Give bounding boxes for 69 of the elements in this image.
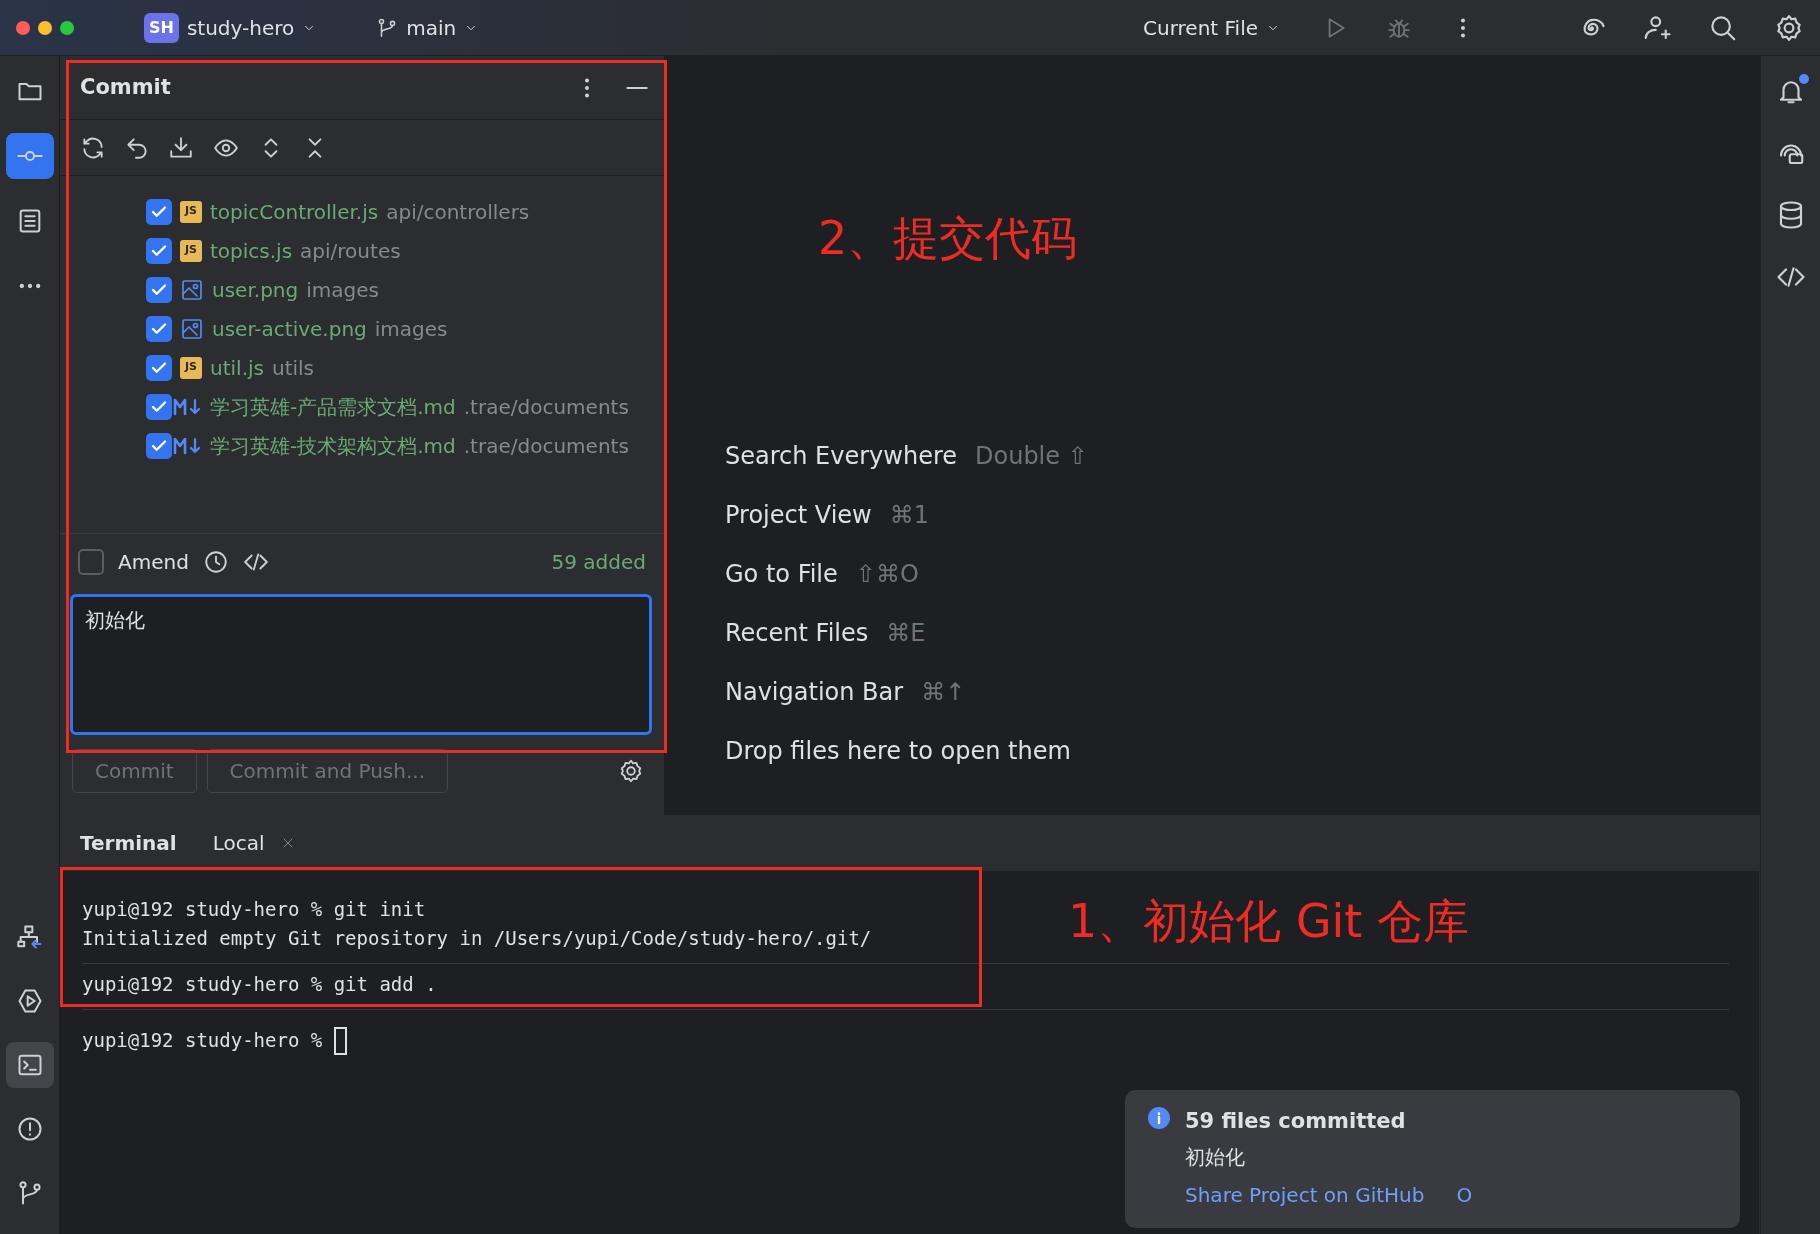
file-name: topics.js [210, 237, 293, 265]
image-file-icon [180, 316, 204, 341]
project-badge: SH [144, 12, 179, 43]
file-path: utils [271, 354, 315, 382]
action-label: Recent Files [725, 617, 869, 649]
file-name: 学习英雄-产品需求文档.md [210, 393, 456, 421]
file-name: user.png [212, 276, 299, 304]
checkbox[interactable] [146, 276, 172, 303]
checkbox[interactable] [146, 354, 172, 381]
terminal-tab[interactable]: Local [212, 828, 295, 858]
shortcut-label: ⌘↑ [921, 676, 966, 708]
notification-message: 初始化 [1185, 1143, 1246, 1171]
shortcut-label: ⌘1 [889, 499, 929, 531]
terminal-prompt: yupi@192 study-hero % [82, 1028, 323, 1053]
close-icon[interactable] [280, 836, 295, 850]
notification-link[interactable]: O [1456, 1179, 1473, 1210]
history-icon[interactable] [202, 549, 229, 575]
js-file-badge: JS [180, 356, 202, 379]
file-path: api/routes [300, 237, 401, 265]
terminal-line: yupi@192 study-hero % git add . [82, 972, 437, 997]
action-label: Go to File [725, 558, 838, 590]
annotation-text: 1、初始化 Git 仓库 [1068, 893, 1469, 950]
file-path: api/controllers [386, 198, 530, 226]
download-icon[interactable] [168, 134, 194, 161]
checkbox[interactable] [146, 198, 172, 225]
minimize-window-button[interactable] [38, 20, 52, 35]
shortcut-label: ⌘E [886, 617, 926, 649]
amend-label: Amend [118, 549, 189, 576]
file-path: images [306, 276, 379, 304]
notification-link[interactable]: Share Project on GitHub [1185, 1179, 1425, 1210]
js-file-badge: JS [180, 200, 202, 223]
text-cursor [334, 1026, 348, 1055]
checkbox[interactable] [146, 432, 172, 459]
drop-hint: Drop files here to open them [725, 735, 1071, 767]
panel-title: Commit [80, 73, 171, 101]
file-path: images [374, 315, 448, 343]
commit-message-field[interactable]: 初始化 [70, 594, 652, 735]
checkbox[interactable] [146, 237, 172, 264]
project-selector[interactable]: SH study-hero [138, 11, 323, 44]
zoom-window-button[interactable] [60, 20, 74, 35]
terminal-line: Initialized empty Git repository in /Users/yupi/Code/study-hero/.git/ [82, 926, 872, 951]
tool-window-title: Terminal [80, 830, 177, 857]
js-file-badge: JS [180, 239, 202, 262]
settings-icon[interactable] [1774, 12, 1804, 43]
terminal-line: yupi@192 study-hero % git init [82, 897, 426, 922]
shortcut-label: ⇧⌘O [855, 558, 919, 590]
image-file-icon [180, 277, 204, 302]
settings-icon[interactable] [618, 758, 644, 784]
close-window-button[interactable] [16, 20, 30, 35]
change-summary: 59 added [551, 549, 646, 576]
shortcut-label: Double ⇧ [975, 440, 1088, 472]
checkbox[interactable] [146, 393, 172, 420]
file-name: user-active.png [212, 315, 367, 343]
file-name: topicController.js [210, 198, 379, 226]
file-name: util.js [210, 354, 264, 382]
annotation-text: 2、提交代码 [818, 210, 1079, 267]
file-path: .trae/documents [463, 432, 629, 460]
info-icon [1147, 1106, 1171, 1130]
action-label: Navigation Bar [725, 676, 904, 708]
branch-selector[interactable]: main [370, 11, 485, 44]
file-path: .trae/documents [463, 393, 629, 421]
action-label: Project View [725, 499, 872, 531]
checkbox[interactable] [146, 315, 172, 342]
run-configuration-selector[interactable]: Current File [1137, 11, 1286, 44]
services-icon[interactable] [15, 923, 44, 951]
amend-checkbox[interactable] [78, 549, 104, 575]
action-label: Search Everywhere [725, 440, 957, 472]
file-name: 学习英雄-技术架构文档.md [210, 432, 456, 460]
notification-title: 59 files committed [1185, 1108, 1407, 1135]
